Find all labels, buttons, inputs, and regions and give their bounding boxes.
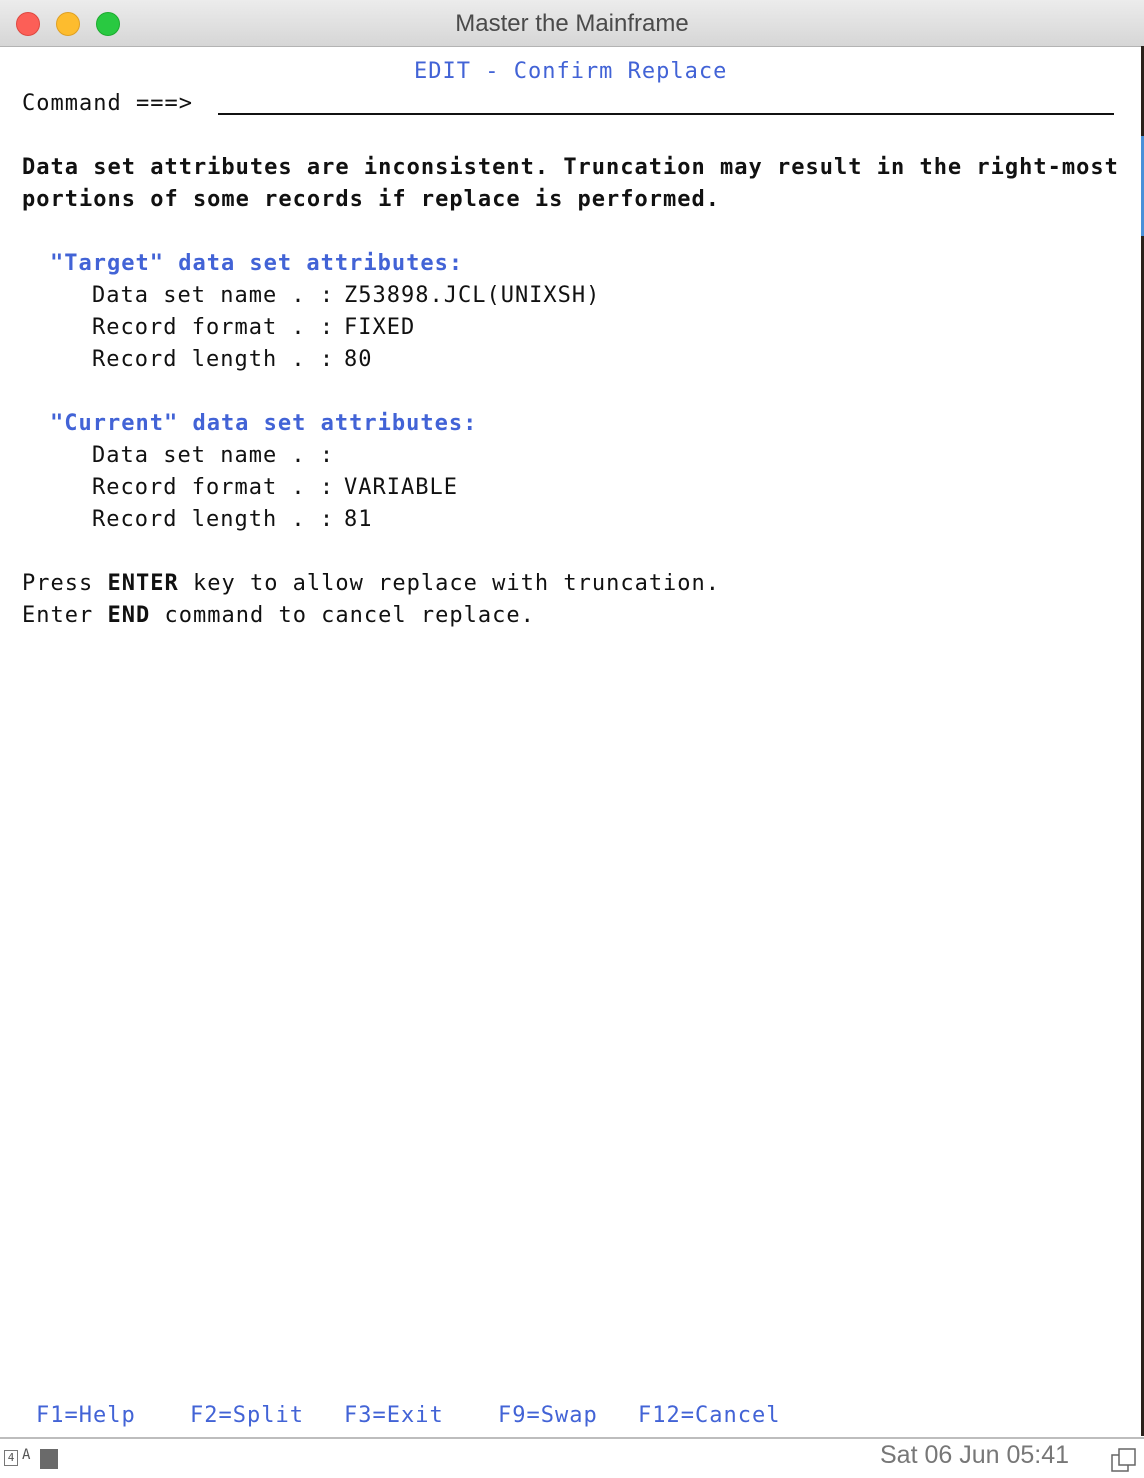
- enter-key-label: ENTER: [107, 571, 179, 596]
- current-format-label: Record format . :: [92, 475, 335, 500]
- instruction-1-post: key to allow replace with truncation.: [192, 571, 721, 596]
- command-input-underline: [218, 113, 1114, 115]
- target-format-label: Record format . :: [92, 315, 335, 340]
- status-bar: 4 A Sat 06 Jun 05:41: [0, 1437, 1144, 1478]
- lock-indicator-icon: A: [22, 1447, 31, 1463]
- instruction-line-1: Press ENTER key to allow replace with tr…: [22, 568, 720, 600]
- current-format-value: VARIABLE: [344, 475, 458, 500]
- f2-split-key[interactable]: F2=Split: [190, 1400, 304, 1432]
- current-length-value: 81: [344, 507, 373, 532]
- warning-line-2: portions of some records if replace is p…: [22, 187, 721, 212]
- target-name-value: Z53898.JCL(UNIXSH): [344, 283, 601, 308]
- panel-title: EDIT - Confirm Replace: [414, 59, 728, 84]
- target-format-value: FIXED: [344, 315, 416, 340]
- cursor-block-icon: [40, 1449, 58, 1469]
- target-attributes-heading: "Target" data set attributes:: [50, 251, 464, 276]
- instruction-2-pre: Enter: [22, 603, 94, 628]
- target-length-value: 80: [344, 347, 373, 372]
- resize-window-icon[interactable]: [1110, 1447, 1138, 1473]
- instruction-1-pre: Press: [22, 571, 94, 596]
- instruction-line-2: Enter END command to cancel replace.: [22, 600, 535, 632]
- f12-cancel-key[interactable]: F12=Cancel: [638, 1400, 780, 1432]
- command-label: Command ===>: [22, 91, 193, 116]
- current-length-label: Record length . :: [92, 507, 335, 532]
- f1-help-key[interactable]: F1=Help: [36, 1400, 136, 1432]
- window-title: Master the Mainframe: [455, 10, 689, 37]
- window-titlebar: Master the Mainframe: [0, 0, 1144, 47]
- end-key-label: END: [107, 603, 151, 628]
- current-attributes-heading: "Current" data set attributes:: [50, 411, 478, 436]
- f3-exit-key[interactable]: F3=Exit: [344, 1400, 444, 1432]
- current-name-label: Data set name . :: [92, 443, 335, 468]
- session-indicator-icon: 4: [4, 1450, 18, 1466]
- f9-swap-key[interactable]: F9=Swap: [498, 1400, 598, 1432]
- target-length-label: Record length . :: [92, 347, 335, 372]
- warning-line-1: Data set attributes are inconsistent. Tr…: [22, 155, 1119, 180]
- target-name-label: Data set name . :: [92, 283, 335, 308]
- status-clock: Sat 06 Jun 05:41: [880, 1441, 1070, 1469]
- command-input[interactable]: [220, 88, 1110, 114]
- instruction-2-post: command to cancel replace.: [164, 603, 535, 628]
